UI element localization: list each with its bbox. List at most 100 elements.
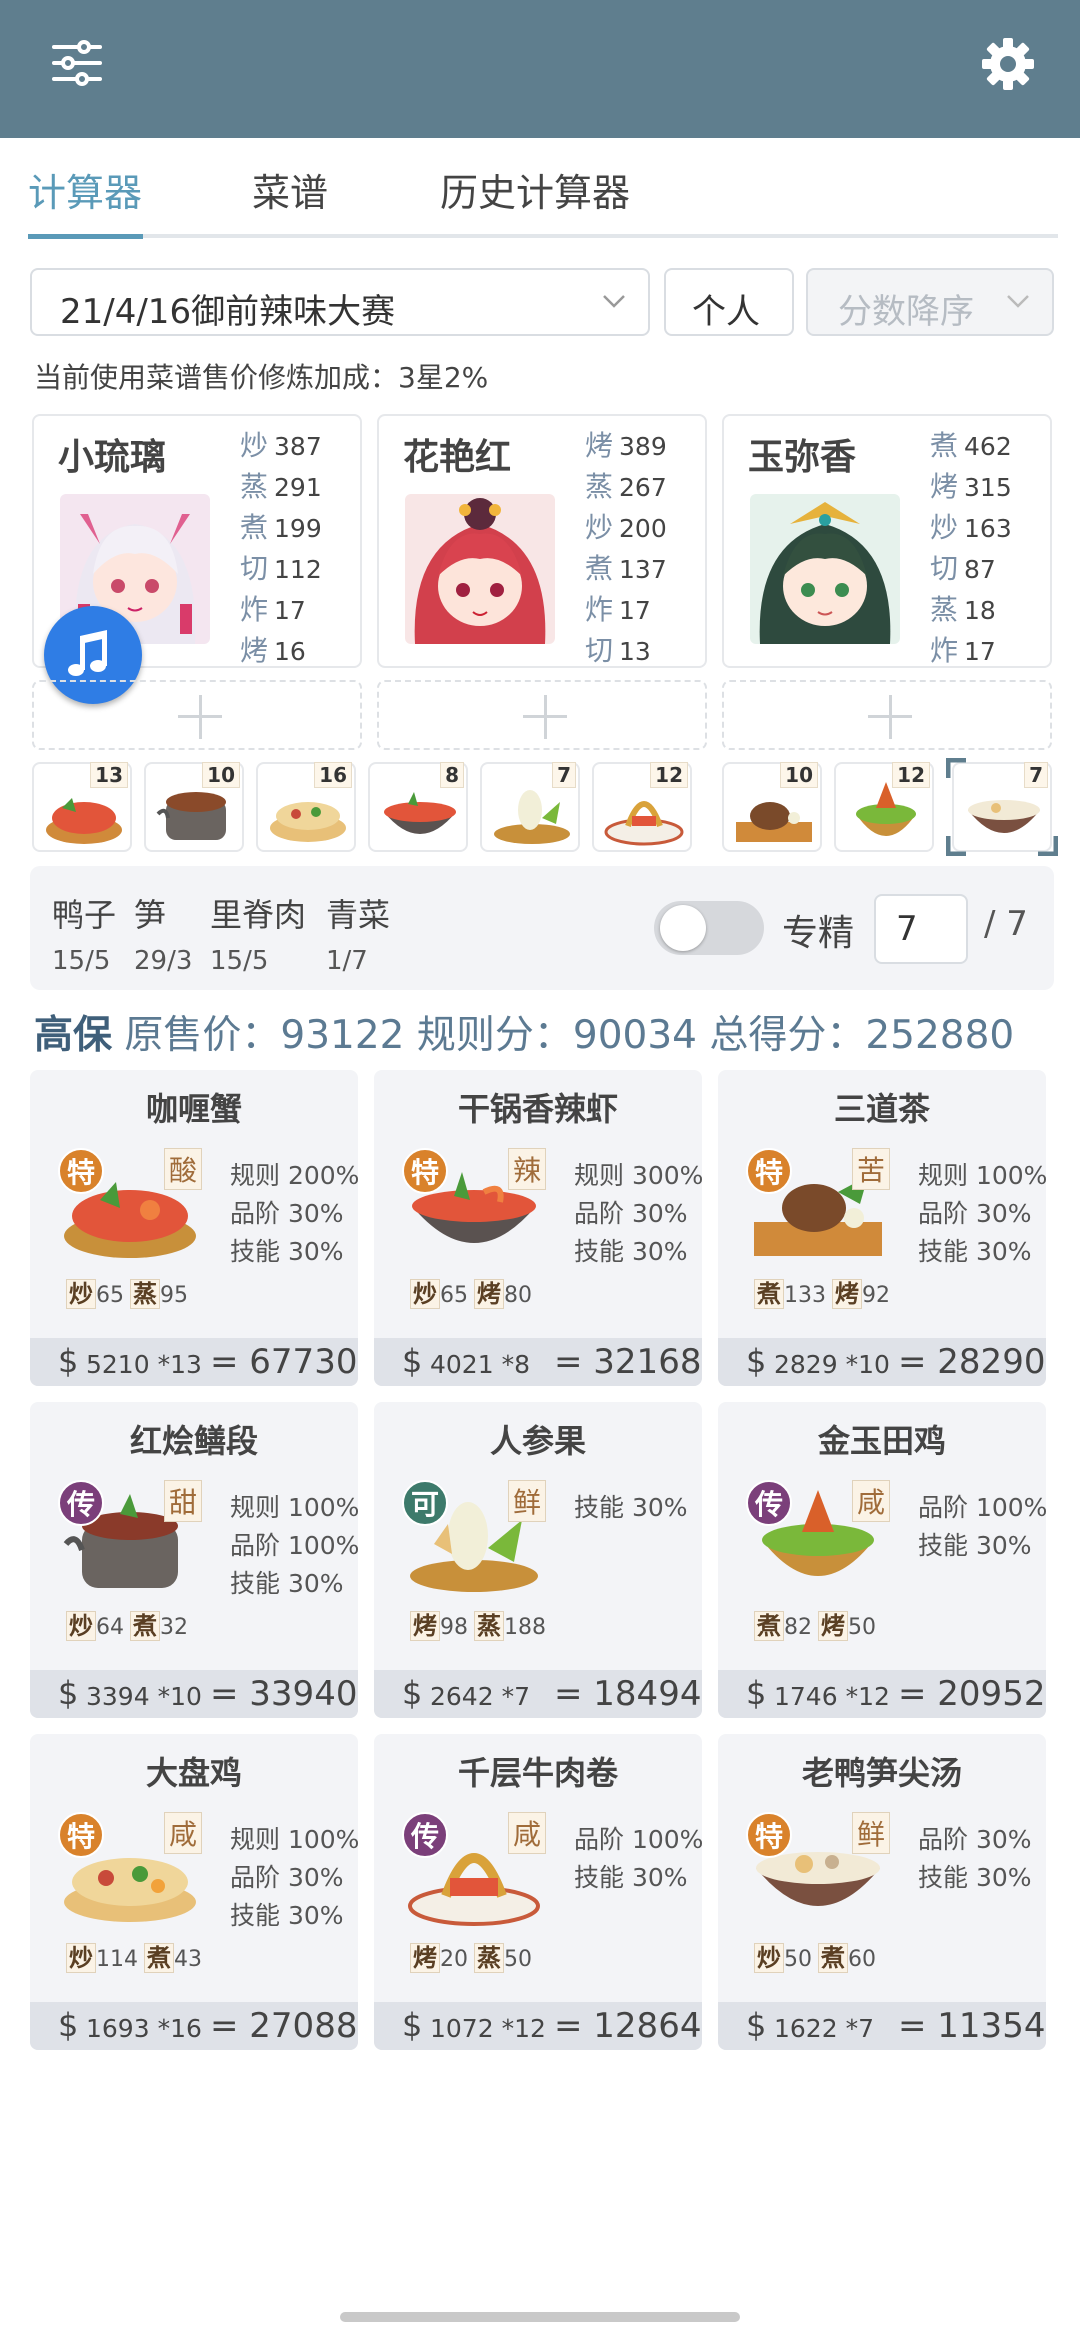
skill-tag: 烤	[410, 1943, 440, 1973]
recipe-buff: 规则 100%	[230, 1493, 358, 1522]
add-equipment-button[interactable]	[722, 680, 1052, 750]
flavor-tag: 咸	[508, 1812, 547, 1854]
skill-tag: 蒸	[474, 1611, 504, 1641]
chef-card[interactable]: 花艳红 烤 389 蒸 267 炒 200 煮 137 炸 17 切 13	[377, 414, 707, 668]
sort-select[interactable]: 分数降序	[806, 268, 1054, 336]
contest-select[interactable]: 21/4/16御前辣味大赛	[30, 268, 650, 336]
recipe-name: 大盘鸡	[145, 1754, 242, 1792]
selection-frame	[946, 758, 1058, 856]
tab-history-calculator[interactable]: 历史计算器	[440, 162, 630, 217]
dish-slot[interactable]: 12	[834, 762, 934, 852]
skill-value: 32	[160, 1615, 188, 1640]
unit-price: 2642 *7	[430, 1682, 530, 1711]
dish-icon	[736, 802, 812, 842]
dish-slot[interactable]: 10	[722, 762, 822, 852]
recipe-name: 老鸭笋尖汤	[801, 1754, 962, 1792]
recipe-skills: 烤 20 蒸 50	[410, 1938, 538, 1973]
flavor-tag: 鲜	[852, 1812, 891, 1854]
chef-stats: 烤 389 蒸 267 炒 200 煮 137 炸 17 切 13	[585, 429, 667, 667]
recipe-buff: 技能 30%	[574, 1493, 688, 1522]
dish-slot[interactable]: 12	[592, 762, 692, 852]
rarity-badge: 特	[746, 1148, 792, 1194]
rarity-badge: 特	[58, 1148, 104, 1194]
sliders-icon[interactable]	[52, 40, 102, 86]
rarity-badge: 特	[58, 1812, 104, 1858]
recipe-card[interactable]: 大盘鸡 特 咸 规则 100% 品阶 30% 技能 30% 炒 114 煮 43 $ 16…	[30, 1734, 358, 2050]
dish-slot[interactable]: 16	[256, 762, 356, 852]
unit-price: 5210 *13	[86, 1350, 202, 1379]
rarity-badge: 传	[58, 1480, 104, 1526]
skill-tag: 炒	[66, 1943, 96, 1973]
chef-portrait	[405, 494, 555, 644]
skill-tag: 炒	[410, 1279, 440, 1309]
total-price: = 11354	[898, 2006, 1046, 2046]
flavor-tag: 苦	[852, 1148, 891, 1190]
chevron-down-icon	[603, 295, 625, 308]
home-indicator[interactable]	[340, 2312, 740, 2322]
skill-value: 43	[174, 1947, 202, 1972]
add-equipment-button[interactable]	[377, 680, 707, 750]
add-equipment-button[interactable]	[32, 680, 362, 750]
recipe-card[interactable]: 千层牛肉卷 传 咸 品阶 100% 技能 30% 烤 20 蒸 50 $ 1072 *1…	[374, 1734, 702, 2050]
ingredient-item: 鸭子 15/5	[52, 896, 117, 976]
total-price: = 20952	[898, 1674, 1046, 1714]
unit-price: 1622 *7	[774, 2014, 874, 2043]
recipe-card[interactable]: 老鸭笋尖汤 特 鲜 品阶 30% 技能 30% 炒 50 煮 60 $ 1622 *7 …	[718, 1734, 1046, 2050]
sort-select-value: 分数降序	[838, 292, 974, 332]
dish-count: 8	[440, 762, 464, 788]
score-summary: 高保 原售价：93122 规则分：90034 总得分：252880	[34, 1004, 1014, 1060]
flavor-tag: 咸	[164, 1812, 203, 1854]
skill-value: 60	[848, 1947, 876, 1972]
recipe-name: 干锅香辣虾	[457, 1090, 618, 1128]
recipe-buff: 技能 30%	[918, 1531, 1032, 1560]
skill-value: 98	[440, 1615, 468, 1640]
specialize-toggle[interactable]	[654, 901, 764, 955]
recipe-buff: 品阶 30%	[918, 1199, 1032, 1228]
recipe-name: 人参果	[489, 1422, 586, 1460]
recipe-card[interactable]: 金玉田鸡 传 咸 品阶 100% 技能 30% 煮 82 烤 50 $ 1746 *12…	[718, 1402, 1046, 1718]
total-price: = 33940	[210, 1674, 358, 1714]
ingredient-item: 里脊肉 15/5	[210, 896, 307, 976]
recipe-buff: 技能 30%	[918, 1237, 1032, 1266]
recipe-card[interactable]: 红烩鳝段 传 甜 规则 100% 品阶 100% 技能 30% 炒 64 煮 32 $ 3…	[30, 1402, 358, 1718]
price-bar: $ 1072 *12 = 12864	[374, 2002, 702, 2050]
flavor-tag: 鲜	[508, 1480, 547, 1522]
skill-tag: 煮	[818, 1943, 848, 1973]
flavor-tag: 甜	[164, 1480, 203, 1522]
dish-slot[interactable]: 10	[144, 762, 244, 852]
dish-slot[interactable]: 7	[480, 762, 580, 852]
unit-price: 2829 *10	[774, 1350, 890, 1379]
dish-icon	[270, 802, 346, 842]
recipe-card[interactable]: 咖喱蟹 特 酸 规则 200% 品阶 30% 技能 30% 炒 65 蒸 95 $ 521…	[30, 1070, 358, 1386]
recipe-buffs: 规则 100% 品阶 30% 技能 30%	[230, 1820, 358, 1934]
app-bar	[0, 0, 1080, 138]
skill-value: 50	[784, 1947, 812, 1972]
recipe-name: 千层牛肉卷	[457, 1754, 618, 1792]
recipe-name: 金玉田鸡	[817, 1422, 946, 1460]
specialize-input[interactable]: 7	[874, 894, 968, 964]
recipe-skills: 炒 65 蒸 95	[66, 1274, 194, 1309]
dish-icon	[384, 792, 456, 834]
tab-indicator	[28, 234, 1058, 239]
tab-recipes[interactable]: 菜谱	[252, 162, 328, 217]
recipe-card[interactable]: 干锅香辣虾 特 辣 规则 300% 品阶 30% 技能 30% 炒 65 烤 80 $ 4…	[374, 1070, 702, 1386]
skill-tag: 炒	[754, 1943, 784, 1973]
tab-calculator[interactable]: 计算器	[28, 162, 142, 217]
dish-slot[interactable]: 8	[368, 762, 468, 852]
recipe-skills: 炒 64 煮 32	[66, 1606, 194, 1641]
recipe-buffs: 技能 30%	[574, 1488, 688, 1526]
recipe-name: 咖喱蟹	[145, 1090, 242, 1128]
skill-value: 133	[784, 1283, 826, 1308]
dish-slot[interactable]: 13	[32, 762, 132, 852]
price-bar: $ 3394 *10 = 33940	[30, 1670, 358, 1718]
recipe-buff: 品阶 30%	[230, 1863, 344, 1892]
price-bar: $ 2642 *7 = 18494	[374, 1670, 702, 1718]
gear-icon[interactable]	[980, 36, 1036, 92]
contest-select-value: 21/4/16御前辣味大赛	[60, 292, 396, 332]
mode-select[interactable]: 个人	[664, 268, 794, 336]
chef-card[interactable]: 玉弥香 煮 462 烤 315 炒 163 切 87 蒸 18 炸 17	[722, 414, 1052, 668]
recipe-card[interactable]: 人参果 可 鲜 技能 30% 烤 98 蒸 188 $ 2642 *7 = 18494	[374, 1402, 702, 1718]
total-price: = 28290	[898, 1342, 1046, 1382]
skill-value: 20	[440, 1947, 468, 1972]
recipe-card[interactable]: 三道茶 特 苦 规则 100% 品阶 30% 技能 30% 煮 133 烤 92 $ 28…	[718, 1070, 1046, 1386]
